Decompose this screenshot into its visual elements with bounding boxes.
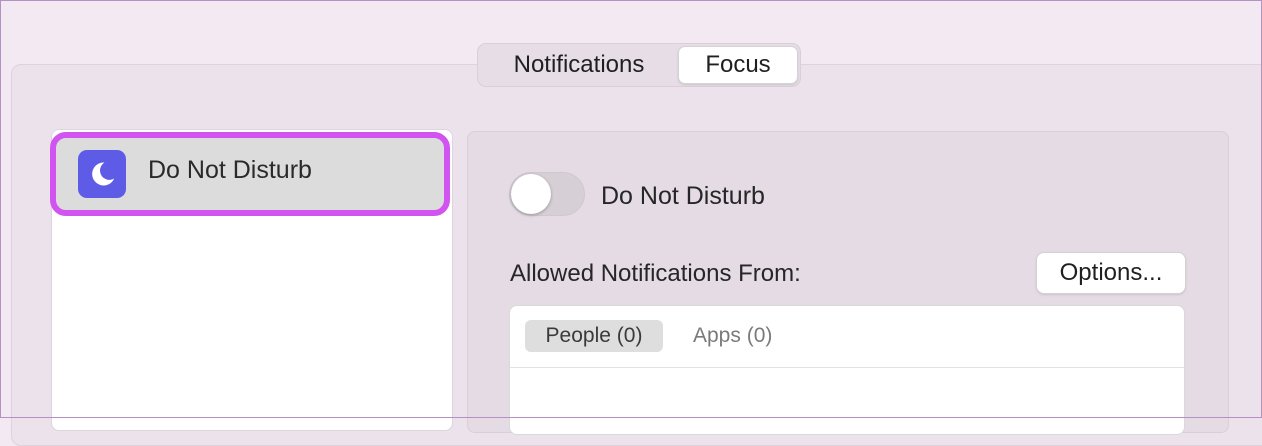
tab-focus[interactable]: Focus (678, 46, 798, 84)
toggle-knob (511, 174, 551, 214)
focus-list-item-label: Do Not Disturb (148, 155, 312, 184)
notifications-focus-segmented-control: Notifications Focus (477, 43, 801, 87)
do-not-disturb-toggle[interactable] (509, 172, 585, 216)
moon-icon (78, 150, 126, 198)
tab-people[interactable]: People (0) (525, 320, 663, 352)
panel-divider (510, 367, 1184, 368)
options-button[interactable]: Options... (1036, 252, 1186, 294)
focus-list-item-do-not-disturb[interactable]: Do Not Disturb (50, 132, 450, 216)
tab-apps[interactable]: Apps (0) (693, 320, 772, 352)
tab-notifications[interactable]: Notifications (480, 46, 678, 84)
allowed-notifications-panel: People (0) Apps (0) (509, 305, 1185, 435)
allowed-notifications-label: Allowed Notifications From: (510, 260, 801, 287)
do-not-disturb-toggle-label: Do Not Disturb (601, 182, 765, 210)
